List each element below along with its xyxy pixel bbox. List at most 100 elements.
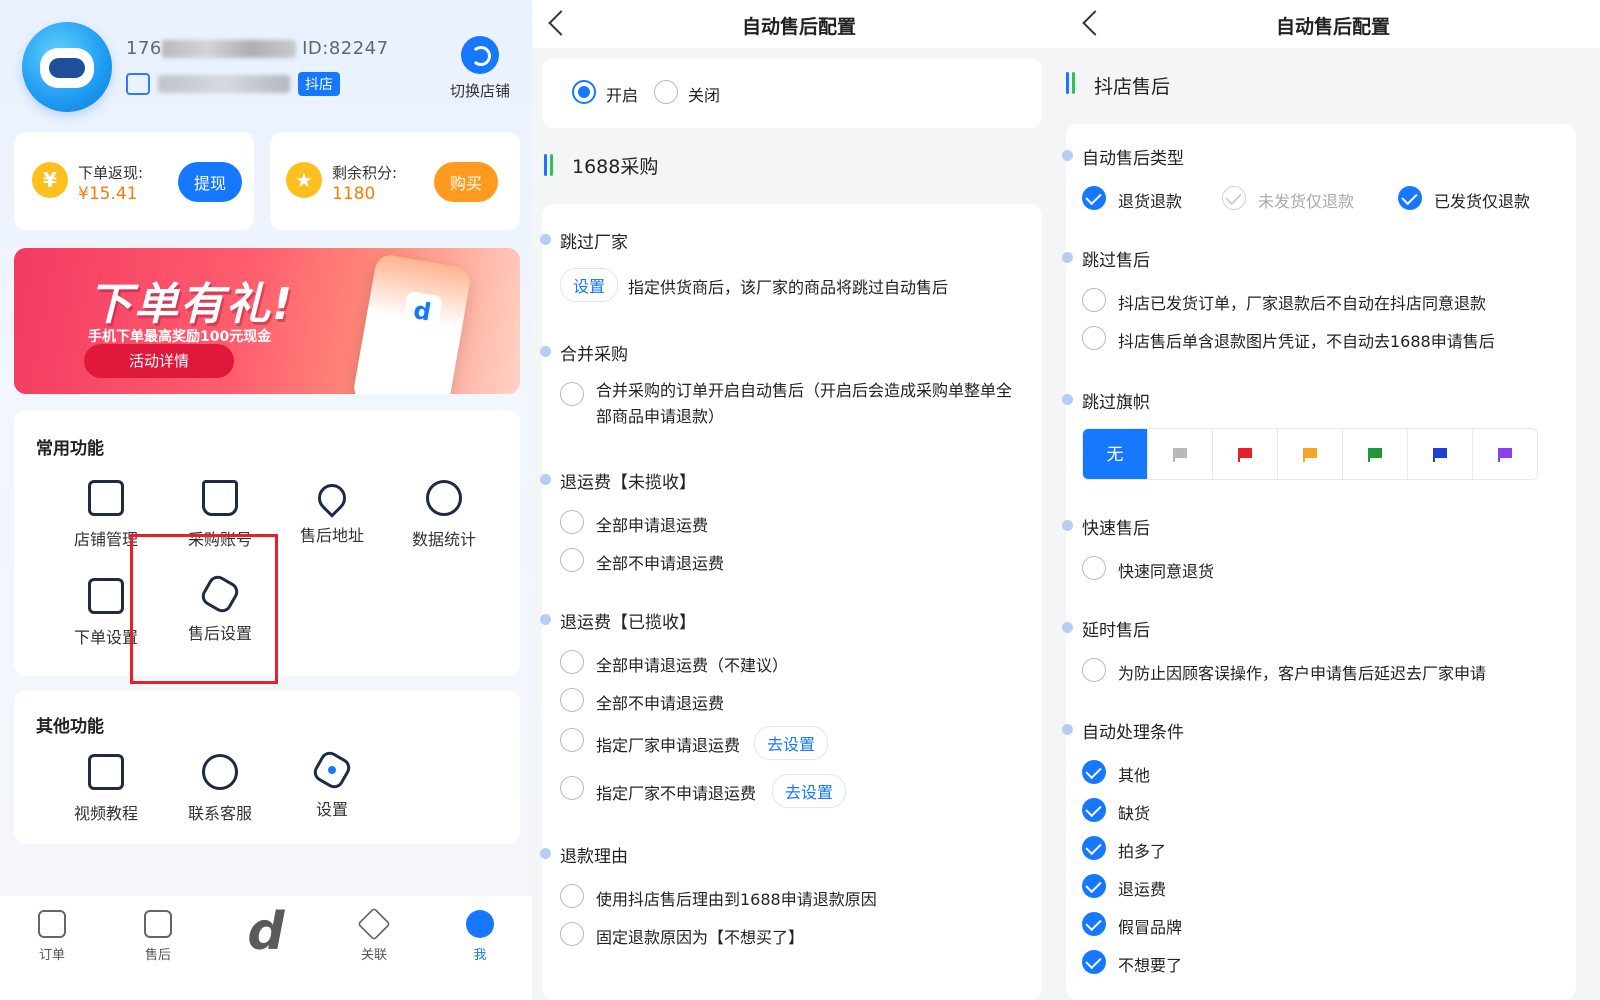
- gear-icon: [310, 748, 354, 792]
- quick-agree-return-radio[interactable]: [1082, 556, 1106, 580]
- merge-purchase-radio[interactable]: [560, 382, 584, 406]
- cube-icon: [357, 907, 391, 941]
- skip-after-sales-opt2-radio[interactable]: [1082, 326, 1106, 350]
- promo-banner[interactable]: 下单有礼! 手机下单最高奖励100元现金 活动详情 d: [14, 248, 520, 394]
- condition-out-of-stock-check[interactable]: [1082, 798, 1106, 822]
- video-tutorial-label: 视频教程: [73, 804, 138, 823]
- flag-blue-option[interactable]: [1408, 429, 1473, 479]
- settings-item[interactable]: 设置: [282, 748, 382, 820]
- shop-icon: [126, 73, 150, 95]
- type-unshipped-refund-label: 未发货仅退款: [1258, 192, 1355, 211]
- refund-reason-label: 退款理由: [560, 847, 628, 867]
- skip-flag-label: 跳过旗帜: [1082, 393, 1150, 413]
- common-functions-title: 常用功能: [36, 439, 104, 459]
- bullet-dot: [540, 848, 551, 859]
- highlight-box: [130, 534, 278, 684]
- flag-red-option[interactable]: [1213, 429, 1278, 479]
- freight-unpicked-none-label: 全部不申请退运费: [596, 554, 725, 573]
- freight-picked-none-label: 全部不申请退运费: [596, 694, 725, 713]
- type-return-refund-check[interactable]: [1082, 186, 1106, 210]
- withdraw-button[interactable]: 提现: [178, 162, 243, 202]
- bullet-dot: [540, 346, 551, 357]
- avatar[interactable]: [22, 22, 112, 112]
- video-tutorial-item[interactable]: 视频教程: [56, 754, 156, 824]
- bullet-dot: [1062, 520, 1073, 531]
- condition-counterfeit-check[interactable]: [1082, 912, 1106, 936]
- points-label: 剩余积分:: [332, 164, 398, 182]
- condition-other-check[interactable]: [1082, 760, 1106, 784]
- bottom-tab-bar: 订单 售后 d 关联 我: [0, 896, 532, 1000]
- refund-reason-fixed-radio[interactable]: [560, 922, 584, 946]
- bag-icon: [202, 480, 238, 516]
- points-value: 1180: [332, 184, 376, 204]
- tab-after-sales[interactable]: 售后: [118, 910, 198, 963]
- type-return-refund-label: 退货退款: [1118, 192, 1183, 211]
- bullet-dot: [540, 614, 551, 625]
- points-card: ★ 剩余积分: 1180 购买: [270, 132, 520, 230]
- green-flag-icon: [1368, 448, 1382, 462]
- condition-no-longer-wanted-label: 不想要了: [1118, 956, 1183, 975]
- tab-link[interactable]: 关联: [334, 907, 414, 963]
- flag-purple-option[interactable]: [1473, 429, 1537, 479]
- merge-purchase-label: 合并采购: [560, 345, 628, 365]
- condition-freight-refund-check[interactable]: [1082, 874, 1106, 898]
- store-icon: [88, 480, 124, 516]
- freight-specified-go-set-button[interactable]: 去设置: [754, 726, 829, 760]
- flag-gray-option[interactable]: [1148, 429, 1213, 479]
- tab-me[interactable]: 我: [440, 910, 520, 963]
- app-logo-icon: d: [401, 290, 444, 333]
- freight-picked-specified-none-radio[interactable]: [560, 776, 584, 800]
- banner-details-button[interactable]: 活动详情: [84, 344, 234, 378]
- contact-support-item[interactable]: 联系客服: [170, 754, 270, 824]
- flag-green-option[interactable]: [1343, 429, 1408, 479]
- condition-no-longer-wanted-check[interactable]: [1082, 950, 1106, 974]
- skip-after-sales-label: 跳过售后: [1082, 251, 1150, 271]
- section-title: 抖店售后: [1094, 76, 1171, 98]
- buy-points-button[interactable]: 购买: [434, 162, 499, 202]
- condition-counterfeit-label: 假冒品牌: [1118, 918, 1183, 937]
- enable-radio[interactable]: [572, 80, 596, 104]
- bullet-dot: [540, 474, 551, 485]
- section-bar-green: [550, 154, 553, 176]
- switch-store-button[interactable]: 切换店铺: [440, 36, 520, 101]
- flag-none-option[interactable]: 无: [1083, 429, 1148, 479]
- merge-purchase-desc: 合并采购的订单开启自动售后（开启后会造成采购单整单全部商品申请退款）: [596, 381, 1013, 426]
- yuan-coin-icon: ¥: [32, 162, 68, 198]
- account-id: ID:82247: [302, 38, 389, 59]
- freight-specified-none-go-set-button[interactable]: 去设置: [772, 774, 847, 808]
- page-title: 自动售后配置: [1275, 16, 1390, 38]
- banner-title: 下单有礼!: [88, 279, 295, 330]
- home-logo-icon[interactable]: d: [236, 902, 296, 962]
- banner-subtitle: 手机下单最高奖励100元现金: [88, 329, 272, 345]
- tab-after-sales-label: 售后: [144, 948, 171, 963]
- freight-picked-specified-none-label: 指定厂家不申请退运费: [596, 784, 757, 803]
- tab-link-label: 关联: [360, 948, 387, 963]
- freight-unpicked-all-radio[interactable]: [560, 510, 584, 534]
- type-shipped-refund-check[interactable]: [1398, 186, 1422, 210]
- return-address-item[interactable]: 售后地址: [282, 478, 382, 546]
- skip-factory-set-button[interactable]: 设置: [560, 268, 619, 302]
- purple-flag-icon: [1498, 448, 1512, 462]
- section-bar-green: [1072, 72, 1075, 94]
- condition-ordered-too-many-check[interactable]: [1082, 836, 1106, 860]
- rebate-value: ¥15.41: [78, 184, 138, 204]
- bullet-dot: [1062, 622, 1073, 633]
- skip-after-sales-opt1-label: 抖店已发货订单，厂家退款后不自动在抖店同意退款: [1118, 294, 1487, 313]
- freight-picked-none-radio[interactable]: [560, 688, 584, 712]
- freight-picked-all-label: 全部申请退运费（不建议）: [596, 656, 789, 675]
- refund-reason-use-store-radio[interactable]: [560, 884, 584, 908]
- freight-picked-specified-radio[interactable]: [560, 728, 584, 752]
- skip-factory-desc: 指定供货商后，该厂家的商品将跳过自动售后: [628, 278, 949, 297]
- tab-orders[interactable]: 订单: [12, 910, 92, 963]
- skip-after-sales-opt1-radio[interactable]: [1082, 288, 1106, 312]
- disable-radio[interactable]: [654, 80, 678, 104]
- data-stats-item[interactable]: 数据统计: [394, 480, 494, 550]
- rebate-card: ¥ 下单返现: ¥15.41 提现: [14, 132, 254, 230]
- freight-picked-all-radio[interactable]: [560, 650, 584, 674]
- freight-unpicked-none-radio[interactable]: [560, 548, 584, 572]
- shop-name-redacted: [158, 75, 290, 93]
- delay-after-sales-radio[interactable]: [1082, 658, 1106, 682]
- gear-center: [326, 764, 338, 776]
- condition-freight-refund-label: 退运费: [1118, 880, 1167, 899]
- flag-orange-option[interactable]: [1278, 429, 1343, 479]
